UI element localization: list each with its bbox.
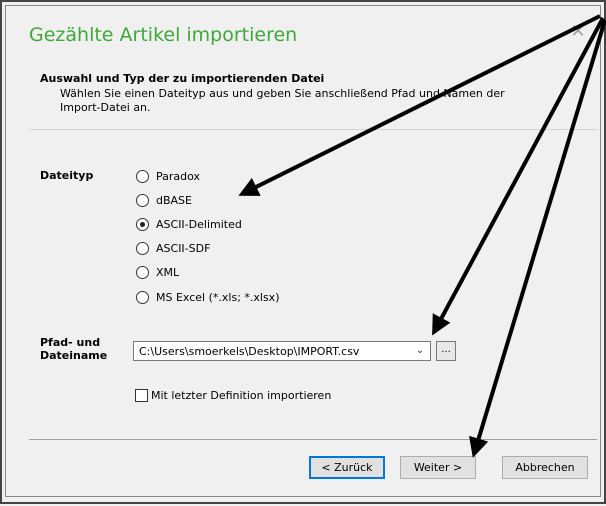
next-button[interactable]: Weiter > [400, 456, 476, 479]
radio-button[interactable] [136, 241, 149, 255]
header-divider [29, 129, 597, 130]
filetype-label: Dateityp [40, 169, 94, 182]
dialog-title: Gezählte Artikel importieren [29, 24, 298, 46]
checkbox-label: Mit letzter Definition importieren [151, 389, 332, 402]
radio-label: ASCII-Delimited [156, 217, 242, 231]
footer-divider [29, 439, 597, 440]
radio-paradox[interactable]: Paradox [136, 168, 200, 184]
path-value: C:\Users\smoerkels\Desktop\IMPORT.csv [139, 345, 360, 358]
radio-ascii-sdf[interactable]: ASCII-SDF [136, 240, 210, 256]
radio-xml[interactable]: XML [136, 264, 179, 280]
radio-button-selected[interactable] [136, 217, 149, 231]
radio-label: dBASE [156, 193, 192, 207]
radio-label: XML [156, 265, 180, 279]
back-button[interactable]: < Zurück [309, 456, 385, 479]
path-label-line2: Dateiname [40, 349, 108, 362]
path-combobox[interactable]: C:\Users\smoerkels\Desktop\IMPORT.csv ⌄ [133, 341, 431, 361]
radio-label: Paradox [156, 169, 201, 183]
path-label-line1: Pfad- und [40, 336, 101, 349]
radio-label: ASCII-SDF [156, 241, 211, 255]
last-definition-option[interactable]: Mit letzter Definition importieren [135, 389, 331, 402]
path-label: Pfad- und Dateiname [40, 336, 107, 362]
radio-button[interactable] [136, 290, 149, 304]
section-description: Wählen Sie einen Dateityp aus und geben … [60, 87, 505, 114]
radio-ascii-delimited[interactable]: ASCII-Delimited [136, 216, 242, 232]
import-dialog: Gezählte Artikel importieren ✕ Auswahl u… [0, 0, 606, 504]
close-icon[interactable]: ✕ [568, 22, 588, 42]
browse-button[interactable]: ... [436, 341, 456, 361]
radio-dbase[interactable]: dBASE [136, 192, 192, 208]
radio-button[interactable] [136, 193, 149, 207]
checkbox[interactable] [135, 389, 148, 402]
radio-button[interactable] [136, 265, 149, 279]
radio-label: MS Excel (*.xls; *.xlsx) [156, 290, 280, 304]
radio-ms-excel[interactable]: MS Excel (*.xls; *.xlsx) [136, 289, 280, 305]
radio-button[interactable] [136, 169, 149, 183]
section-title: Auswahl und Typ der zu importierenden Da… [40, 72, 325, 85]
chevron-down-icon[interactable]: ⌄ [414, 344, 426, 358]
cancel-button[interactable]: Abbrechen [502, 456, 588, 479]
